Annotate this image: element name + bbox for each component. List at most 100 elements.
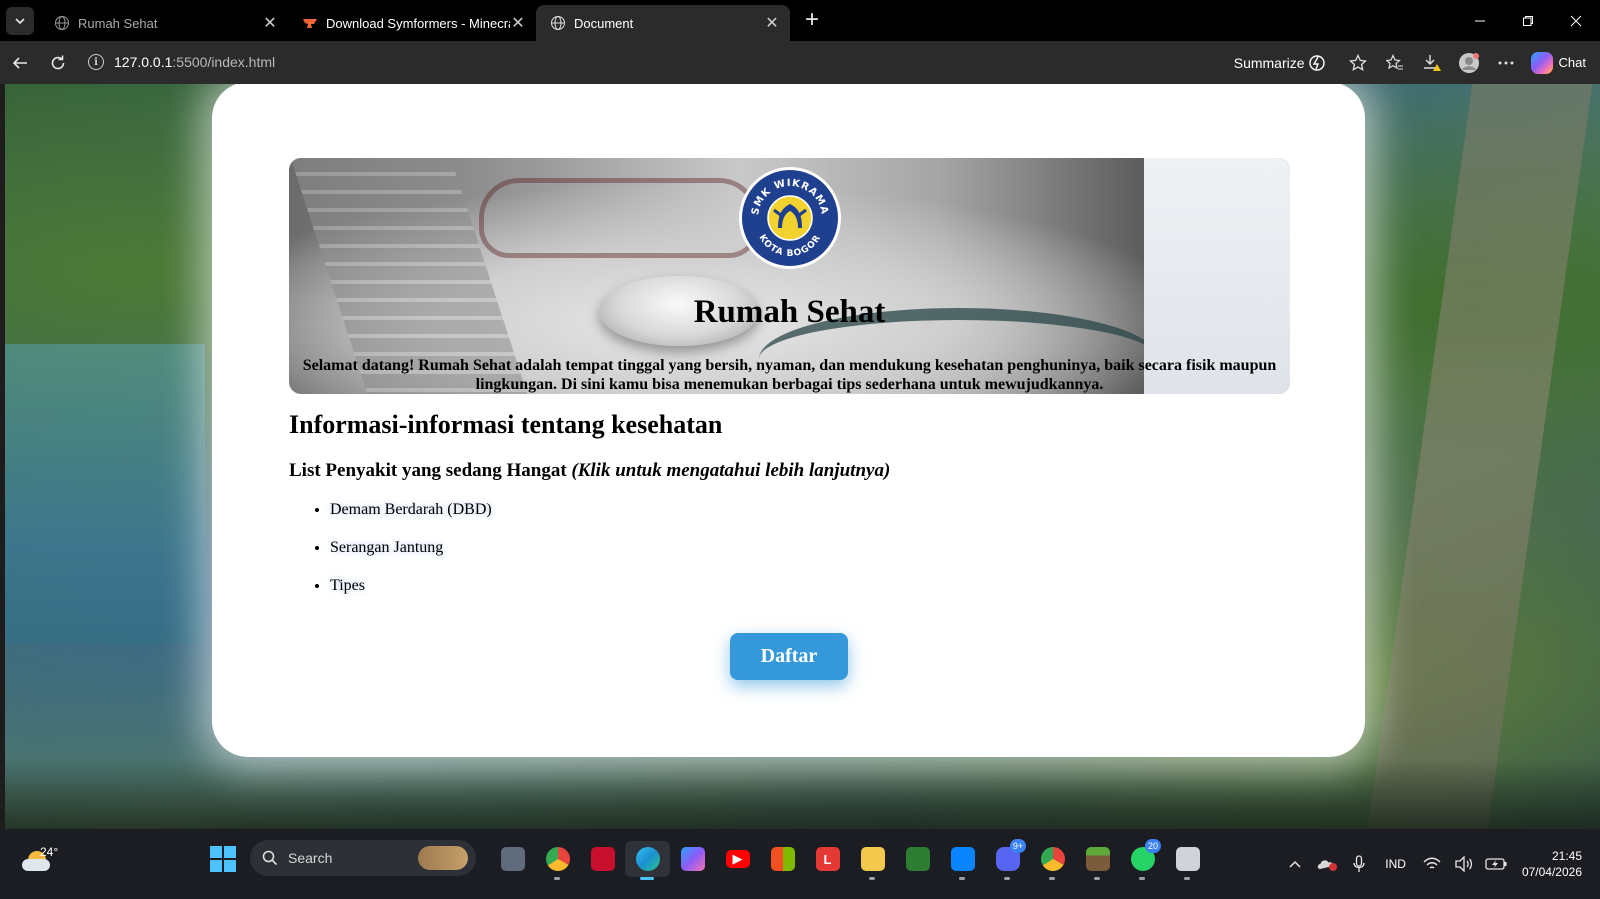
close-icon[interactable]: ✕ xyxy=(262,13,278,33)
back-button[interactable] xyxy=(8,51,32,75)
running-indicator xyxy=(1139,877,1145,880)
list-item: Demam Berdarah (DBD) xyxy=(330,500,492,538)
list-item: Tipes xyxy=(330,576,492,614)
youtube-icon: ▶ xyxy=(725,850,750,868)
weather-widget[interactable]: 24° xyxy=(22,843,62,873)
running-indicator xyxy=(1004,877,1010,880)
minecraft-launcher-button[interactable] xyxy=(895,841,940,877)
address-toolbar: i 127.0.0.1:5500/index.html Summarize Ch… xyxy=(0,41,1600,84)
cloud-icon xyxy=(22,859,50,871)
onedrive-button[interactable] xyxy=(1311,844,1343,884)
task-view-button[interactable] xyxy=(490,841,535,877)
running-indicator xyxy=(959,877,965,880)
window-controls xyxy=(1456,0,1600,41)
microsoft-store-icon xyxy=(770,847,795,871)
running-indicator xyxy=(1184,877,1190,880)
speaker-icon xyxy=(1455,856,1472,872)
curseforge-icon xyxy=(303,19,317,28)
edge-button[interactable] xyxy=(625,841,670,880)
restore-icon xyxy=(1523,15,1533,26)
favorites-button[interactable] xyxy=(1377,41,1414,84)
mcafee-button[interactable] xyxy=(580,841,625,877)
windows-logo-tile xyxy=(224,860,236,872)
notification-badge: 9+ xyxy=(1010,839,1026,853)
favorite-star-button[interactable] xyxy=(1340,41,1377,84)
profile-button[interactable] xyxy=(1451,41,1488,84)
network-button[interactable] xyxy=(1416,844,1448,884)
favorites-icon xyxy=(1386,53,1404,69)
hero-description: Selamat datang! Rumah Sehat adalah tempa… xyxy=(302,357,1277,393)
download-warning-icon xyxy=(1424,54,1442,71)
browser-tab-bar: Rumah Sehat ✕ Download Symformers - Mine… xyxy=(0,0,1600,41)
tab-download-symformers[interactable]: Download Symformers - Minecraft ✕ xyxy=(288,5,536,41)
minecraft-launcher-icon xyxy=(905,847,930,871)
microsoft-store-button[interactable] xyxy=(760,841,805,877)
microphone-icon xyxy=(1353,855,1365,872)
profile-avatar-icon xyxy=(1459,52,1480,73)
list-hint: (Klik untuk mengatahui lebih lanjutnya) xyxy=(571,460,891,481)
minimize-button[interactable] xyxy=(1456,0,1504,41)
minecraft-icon xyxy=(1085,847,1110,871)
whatsapp-button[interactable]: 20 xyxy=(1120,839,1165,880)
clock-time: 21:45 xyxy=(1551,849,1582,863)
site-info-icon[interactable]: i xyxy=(88,54,104,70)
close-icon[interactable]: ✕ xyxy=(764,13,780,33)
tab-title: Download Symformers - Minecraft xyxy=(326,15,510,31)
background-shade xyxy=(5,759,1600,829)
disease-link-serangan-jantung[interactable]: Serangan Jantung xyxy=(330,539,443,556)
url-bar[interactable]: i 127.0.0.1:5500/index.html xyxy=(80,46,1220,78)
chevron-down-icon xyxy=(15,17,25,24)
start-button[interactable] xyxy=(210,846,236,872)
copilot-button[interactable] xyxy=(670,841,715,877)
taskbar-apps: ▶ L 9+ 20 xyxy=(490,839,1210,880)
microphone-button[interactable] xyxy=(1343,844,1375,884)
chrome-icon xyxy=(545,847,570,871)
lark-button[interactable]: L xyxy=(805,841,850,877)
toolbar-actions: Summarize Chat xyxy=(1234,41,1600,84)
chrome-profile-button[interactable] xyxy=(1030,841,1075,880)
taskbar-search[interactable]: Search xyxy=(250,840,476,876)
school-logo: SMK WIKRAMA KOTA BOGOR xyxy=(739,167,841,269)
reload-button[interactable] xyxy=(46,51,70,75)
new-tab-button[interactable]: + xyxy=(800,8,824,32)
task-view-icon xyxy=(500,847,525,871)
windows-logo-tile xyxy=(210,860,222,872)
restore-button[interactable] xyxy=(1504,0,1552,41)
summarize-button[interactable]: Summarize xyxy=(1234,54,1328,72)
close-icon[interactable]: ✕ xyxy=(510,13,526,33)
youtube-button[interactable]: ▶ xyxy=(715,841,760,877)
battery-button[interactable] xyxy=(1480,844,1512,884)
daftar-button[interactable]: Daftar xyxy=(730,633,848,680)
tab-list-button[interactable] xyxy=(6,6,34,35)
close-window-button[interactable] xyxy=(1552,0,1600,41)
copilot-chat-button[interactable]: Chat xyxy=(1530,51,1586,74)
hero-title: Rumah Sehat xyxy=(693,294,886,330)
list-title: List Penyakit yang sedang Hangat (Klik u… xyxy=(289,460,890,482)
file-explorer-icon xyxy=(860,847,885,871)
running-indicator xyxy=(554,877,560,880)
tab-title: Rumah Sehat xyxy=(78,15,158,31)
tab-rumah-sehat[interactable]: Rumah Sehat ✕ xyxy=(40,5,288,41)
background-road xyxy=(1367,84,1593,829)
disease-link-tipes[interactable]: Tipes xyxy=(330,577,365,594)
snipping-tool-icon xyxy=(1175,847,1200,871)
disease-link-dbd[interactable]: Demam Berdarah (DBD) xyxy=(330,501,492,518)
file-explorer-button[interactable] xyxy=(850,841,895,880)
downloads-button[interactable] xyxy=(1414,41,1451,84)
input-language[interactable]: IND xyxy=(1385,857,1406,871)
chrome-button[interactable] xyxy=(535,841,580,880)
volume-button[interactable] xyxy=(1448,844,1480,884)
show-hidden-icons-button[interactable] xyxy=(1279,844,1311,884)
minecraft-button[interactable] xyxy=(1075,841,1120,880)
more-menu-button[interactable] xyxy=(1488,41,1525,84)
copilot-icon xyxy=(680,847,705,871)
tab-document[interactable]: Document ✕ xyxy=(536,5,790,41)
snipping-tool-button[interactable] xyxy=(1165,841,1210,880)
system-clock[interactable]: 21:45 07/04/2026 xyxy=(1522,848,1582,880)
list-title-text: List Penyakit yang sedang Hangat xyxy=(289,460,567,481)
system-tray: IND 21:45 07/04/2026 xyxy=(1279,829,1600,899)
discord-button[interactable]: 9+ xyxy=(985,839,1030,880)
hero-glasses-graphic xyxy=(479,178,759,258)
vscode-button[interactable] xyxy=(940,841,985,880)
weather-temperature: 24° xyxy=(40,845,59,859)
